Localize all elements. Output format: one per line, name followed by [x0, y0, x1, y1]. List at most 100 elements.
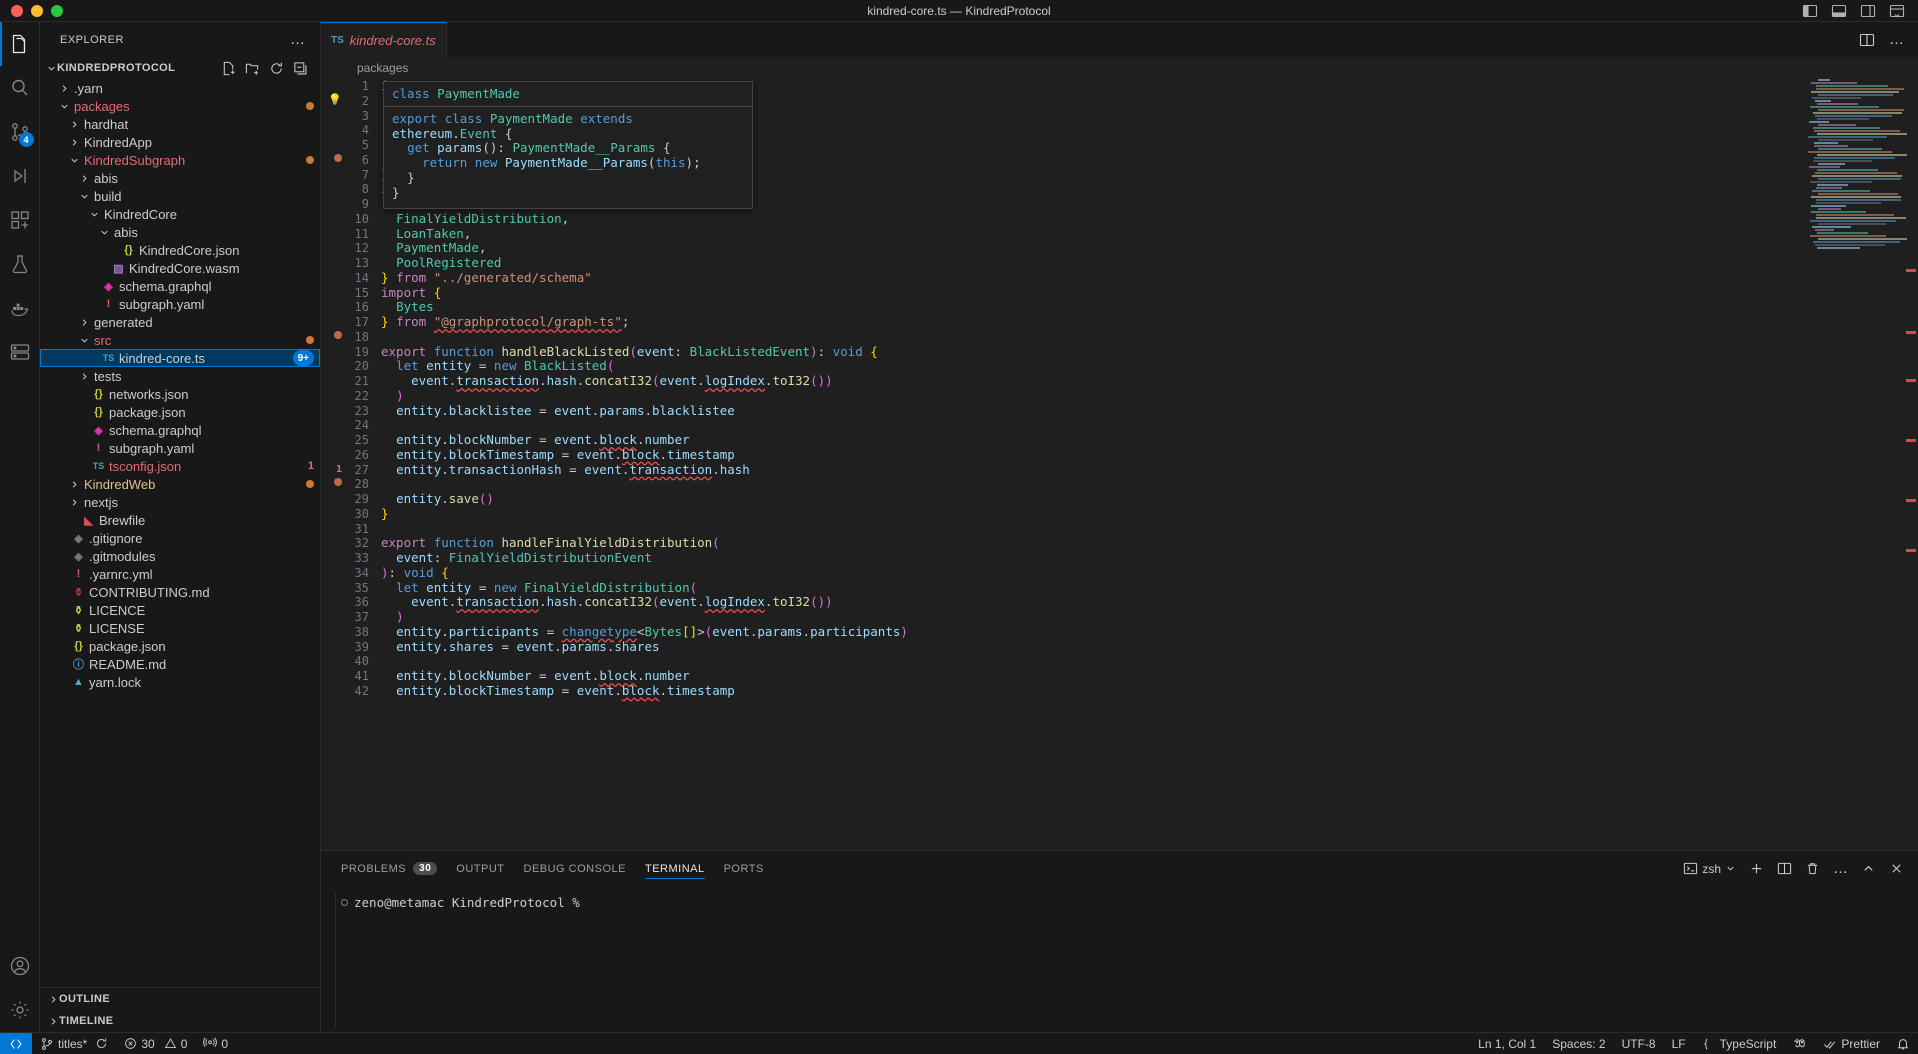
- editor-more-actions-icon[interactable]: …: [1889, 32, 1904, 47]
- new-terminal-icon[interactable]: [1749, 861, 1764, 876]
- tree-item[interactable]: {} networks.json: [40, 385, 320, 403]
- status-live-share[interactable]: [1784, 1033, 1815, 1054]
- code-line[interactable]: 42 entity.blockTimestamp = event.block.t…: [321, 683, 1918, 699]
- code-line[interactable]: 22 ): [321, 388, 1918, 404]
- code-line[interactable]: 24: [321, 418, 1918, 433]
- code-line[interactable]: 12 PaymentMade,: [321, 240, 1918, 256]
- new-folder-icon[interactable]: [245, 61, 260, 76]
- tree-item[interactable]: ▨ KindredCore.wasm: [40, 259, 320, 277]
- remote-window-button[interactable]: [0, 1032, 32, 1054]
- tree-item[interactable]: KindredSubgraph: [40, 151, 320, 169]
- tree-item[interactable]: ◣ Brewfile: [40, 511, 320, 529]
- code-line[interactable]: 21 event.transaction.hash.concatI32(even…: [321, 373, 1918, 389]
- panel-tab-problems[interactable]: PROBLEMS 30: [341, 851, 438, 886]
- code-line[interactable]: 32 export function handleFinalYieldDistri…: [321, 535, 1918, 551]
- code-line[interactable]: 14} from "../generated/schema": [321, 270, 1918, 286]
- panel-tab-debug-console[interactable]: DEBUG CONSOLE: [524, 851, 626, 886]
- code-line[interactable]: 28: [321, 477, 1918, 492]
- tree-item[interactable]: {} package.json: [40, 637, 320, 655]
- activity-item-extensions[interactable]: [0, 198, 40, 242]
- tree-item[interactable]: hardhat: [40, 115, 320, 133]
- code-line[interactable]: 23 entity.blacklistee = event.params.bla…: [321, 403, 1918, 419]
- tree-item[interactable]: abis: [40, 169, 320, 187]
- tree-item[interactable]: src: [40, 331, 320, 349]
- code-line[interactable]: 20 let entity = new BlackListed(: [321, 358, 1918, 374]
- kill-terminal-icon[interactable]: [1805, 861, 1820, 876]
- code-line[interactable]: 16 Bytes: [321, 299, 1918, 315]
- editor-tab-kindred-core[interactable]: TS kindred-core.ts: [321, 22, 447, 57]
- status-formatter[interactable]: Prettier: [1815, 1033, 1888, 1054]
- activity-item-accounts[interactable]: [0, 944, 40, 988]
- activity-item-explorer[interactable]: [0, 22, 40, 66]
- tree-item[interactable]: {} package.json: [40, 403, 320, 421]
- outline-section-header[interactable]: OUTLINE: [40, 988, 320, 1010]
- code-line[interactable]: 37 ): [321, 609, 1918, 625]
- new-file-icon[interactable]: [221, 61, 236, 76]
- code-line[interactable]: 29 entity.save(): [321, 491, 1918, 507]
- activity-item-search[interactable]: [0, 66, 40, 110]
- code-line[interactable]: 30}: [321, 506, 1918, 522]
- views-more-icon[interactable]: …: [1833, 861, 1848, 876]
- terminal-body[interactable]: zeno@metamac KindredProtocol %: [321, 886, 1918, 1032]
- status-eol[interactable]: LF: [1664, 1033, 1694, 1054]
- panel-tabs[interactable]: PROBLEMS 30 OUTPUT DEBUG CONSOLE TERMINAL POR…: [321, 851, 1918, 886]
- tree-item[interactable]: ! .yarnrc.yml: [40, 565, 320, 583]
- code-line[interactable]: 15 import {: [321, 285, 1918, 301]
- tree-item[interactable]: KindredWeb: [40, 475, 320, 493]
- tree-item[interactable]: ◈ .gitignore: [40, 529, 320, 547]
- panel-tab-terminal[interactable]: TERMINAL: [644, 851, 705, 886]
- file-tree[interactable]: .yarn packages hardhat KindredApp KindredSub…: [40, 79, 320, 987]
- tree-item[interactable]: ◈ schema.graphql: [40, 421, 320, 439]
- code-line[interactable]: 31: [321, 522, 1918, 537]
- code-line[interactable]: 10 FinalYieldDistribution,: [321, 211, 1918, 227]
- toggle-panel-icon[interactable]: [1831, 3, 1847, 19]
- tree-item[interactable]: ▲ yarn.lock: [40, 673, 320, 691]
- status-ports[interactable]: 0: [195, 1033, 236, 1054]
- split-editor-icon[interactable]: [1859, 32, 1875, 48]
- explorer-root-header[interactable]: KINDREDPROTOCOL: [40, 57, 320, 79]
- activity-item-manage[interactable]: [0, 988, 40, 1032]
- tree-item-selected[interactable]: TS kindred-core.ts 9+: [40, 349, 320, 367]
- tree-item[interactable]: ! subgraph.yaml: [40, 295, 320, 313]
- tree-item[interactable]: ⚱ CONTRIBUTING.md: [40, 583, 320, 601]
- zoom-window-button[interactable]: [51, 4, 63, 17]
- status-cursor-position[interactable]: Ln 1, Col 1: [1470, 1033, 1544, 1054]
- status-language-mode[interactable]: TypeScript: [1694, 1033, 1785, 1054]
- tree-item[interactable]: KindredCore: [40, 205, 320, 223]
- code-line[interactable]: 36 event.transaction.hash.concatI32(even…: [321, 594, 1918, 610]
- status-indentation[interactable]: Spaces: 2: [1544, 1033, 1613, 1054]
- tree-item[interactable]: {} KindredCore.json: [40, 241, 320, 259]
- tree-item[interactable]: ◈ schema.graphql: [40, 277, 320, 295]
- code-line[interactable]: 17} from "@graphprotocol/graph-ts";: [321, 314, 1918, 330]
- tree-item[interactable]: ◈ .gitmodules: [40, 547, 320, 565]
- window-controls[interactable]: [0, 4, 63, 17]
- editor-scrollbar[interactable]: [1904, 79, 1918, 850]
- close-window-button[interactable]: [11, 4, 23, 17]
- tree-item[interactable]: nextjs: [40, 493, 320, 511]
- timeline-section-header[interactable]: TIMELINE: [40, 1010, 320, 1032]
- customize-layout-icon[interactable]: [1889, 3, 1905, 19]
- activity-item-source-control[interactable]: 4: [0, 110, 40, 154]
- toggle-primary-sidebar-icon[interactable]: [1802, 3, 1818, 19]
- code-line[interactable]: 18: [321, 330, 1918, 345]
- code-editor[interactable]: 1im💡2345 PaymentMade as PaymentMadeEvent…: [321, 79, 1918, 850]
- panel-tab-ports[interactable]: PORTS: [724, 851, 764, 886]
- activity-item-testing[interactable]: [0, 242, 40, 286]
- tree-item[interactable]: ! subgraph.yaml: [40, 439, 320, 457]
- collapse-all-icon[interactable]: [293, 61, 308, 76]
- tree-item[interactable]: packages: [40, 97, 320, 115]
- code-line[interactable]: 19 export function handleBlackListed(even…: [321, 344, 1918, 360]
- tree-item[interactable]: generated: [40, 313, 320, 331]
- code-line[interactable]: 34): void {: [321, 565, 1918, 581]
- launch-profile-icon[interactable]: zsh: [1683, 861, 1736, 876]
- refresh-icon[interactable]: [269, 61, 284, 76]
- code-line[interactable]: 26 entity.blockTimestamp = event.block.t…: [321, 447, 1918, 463]
- code-line[interactable]: 39 entity.shares = event.params.shares: [321, 639, 1918, 655]
- breadcrumb[interactable]: packages: [321, 57, 1918, 79]
- code-line[interactable]: 11 LoanTaken,: [321, 226, 1918, 242]
- maximize-panel-icon[interactable]: [1861, 861, 1876, 876]
- code-line[interactable]: 35 let entity = new FinalYieldDistributi…: [321, 580, 1918, 596]
- activity-item-docker[interactable]: [0, 286, 40, 330]
- tree-item[interactable]: TS tsconfig.json 1: [40, 457, 320, 475]
- tree-item[interactable]: .yarn: [40, 79, 320, 97]
